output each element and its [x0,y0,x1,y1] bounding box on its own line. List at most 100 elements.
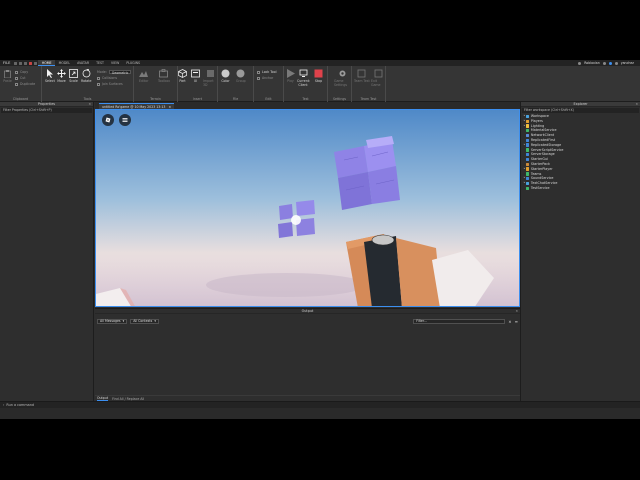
share-icon[interactable] [578,61,582,65]
paste-label: Paste [3,79,12,83]
all-contexts-dropdown[interactable]: All Contexts ▾ [130,318,159,324]
color-label: Color [221,79,230,83]
help-icon[interactable] [608,61,612,65]
exit-game-button[interactable]: Exit Game [371,69,385,87]
command-input[interactable]: Run a command [6,403,34,407]
collisions-checkbox[interactable] [97,76,100,80]
team-test-button[interactable]: Team Test [354,69,370,83]
scale-label: Scale [69,79,78,83]
mode-selector[interactable]: Mode: Geometric [97,70,132,75]
rotate-button[interactable]: Rotate [81,69,91,83]
import-3d-button[interactable]: Import 3D [203,69,217,87]
mode-dropdown[interactable]: Geometric [108,70,132,75]
paste-button[interactable]: Paste [3,69,12,83]
scale-button[interactable]: Scale [69,69,78,83]
client-icon [299,69,308,78]
game-settings-label: Game Settings [334,79,348,87]
scale-icon [69,69,78,78]
clear-output-icon[interactable]: ⨯ [508,319,511,324]
mode-label: Mode: [97,70,107,74]
edit-group-label: Edit [265,97,272,101]
account-name[interactable]: yanchez [621,61,634,65]
play-button[interactable]: Play [286,69,295,83]
cut-button[interactable]: Cut [15,76,26,80]
undo-icon[interactable] [19,61,23,65]
stop-button[interactable]: Stop [314,69,323,83]
quick-access-icon[interactable] [34,61,38,65]
service-icon [526,162,530,167]
explorer-close-icon[interactable]: ✕ [635,102,638,107]
user-name[interactable]: Robloxian [584,61,600,65]
service-icon [526,143,530,147]
gear-icon [338,69,347,78]
record-icon[interactable] [29,61,33,65]
panel-close-icon[interactable]: ✕ [88,102,91,107]
service-icon [526,167,530,171]
exit-icon [374,69,383,78]
lock-icon [257,70,260,74]
lock-tool[interactable]: Lock Tool [257,70,276,74]
anchor-tool[interactable]: Anchor [257,76,273,80]
output-header: Output ✕ [95,309,520,314]
part-cube-icon [178,69,187,78]
join-surfaces-toggle[interactable]: Join Surfaces [97,82,123,86]
copy-icon [15,70,18,74]
join-surfaces-checkbox[interactable] [97,82,100,86]
command-bar[interactable]: › Run a command [0,401,640,408]
document-tab-bar: untitled Ro'game @ 10 May 2023 13:13 × [95,102,520,109]
material-manager-button[interactable]: Color [221,69,230,83]
service-icon [526,177,530,181]
current-client-label: Current: Client [297,79,311,87]
group-button[interactable]: Group [236,69,246,83]
settings-icon[interactable] [614,61,618,65]
edit-group: Lock Tool Anchor Edit [254,66,284,102]
move-label: Move [57,79,66,83]
collisions-toggle[interactable]: Collisions [97,76,117,80]
duplicate-icon [15,82,18,86]
file-menu[interactable]: FILE [0,61,13,65]
move-button[interactable]: Move [57,69,66,83]
output-filter-placeholder: Filter... [416,318,427,323]
3d-viewport[interactable] [95,109,520,307]
service-icon [526,119,530,123]
tab-find-all[interactable]: Find All / Replace All [112,397,144,401]
service-icon [526,186,530,191]
cursor-icon [45,69,54,78]
service-icon [526,172,530,176]
insert-group-label: Insert [192,97,203,101]
save-icon[interactable] [14,61,18,65]
ui-button[interactable]: UI [191,69,200,83]
hamburger-menu-button[interactable] [119,114,131,126]
output-close-icon[interactable]: ✕ [515,309,518,314]
duplicate-button[interactable]: Duplicate [15,82,35,86]
explorer-title: Explorer [573,102,588,106]
group-label: Group [236,79,246,83]
service-icon [526,153,530,157]
service-icon [526,157,530,162]
properties-filter-input[interactable]: Filter Properties (Ctrl+Shift+P) [1,108,92,113]
terrain-editor-button[interactable]: Editor [139,69,148,83]
play-icon [286,69,295,78]
all-contexts-label: All Contexts [133,318,153,323]
viewport-scene [96,110,519,306]
explorer-item[interactable]: TestService [523,186,640,191]
notification-icon[interactable] [602,61,606,65]
explorer-filter-input[interactable]: Filter workspace (Ctrl+Shift+X) [522,108,639,113]
terrain-group: Editor Toolbox Terrain [134,66,178,102]
output-menu-icon[interactable]: ≡ [515,319,518,324]
roblox-menu-button[interactable] [102,114,114,126]
toolbox-icon [159,69,169,78]
select-button[interactable]: Select [45,69,55,83]
game-settings-button[interactable]: Game Settings [334,69,351,87]
output-filter-input[interactable]: Filter... [413,318,506,324]
current-client-button[interactable]: Current: Client [297,69,311,87]
anchor-label: Anchor [262,76,274,80]
redo-icon[interactable] [24,61,28,65]
part-button[interactable]: Part [178,69,187,83]
output-panel: Output ✕ All Messages ▾ All Contexts ▾ Fil… [95,308,520,401]
collisions-label: Collisions [102,76,118,80]
copy-button[interactable]: Copy [15,70,28,74]
toolbox-button[interactable]: Toolbox [158,69,170,83]
all-messages-dropdown[interactable]: All Messages ▾ [97,318,128,324]
team-test-group: Team Test Exit Game Team Test [352,66,386,102]
